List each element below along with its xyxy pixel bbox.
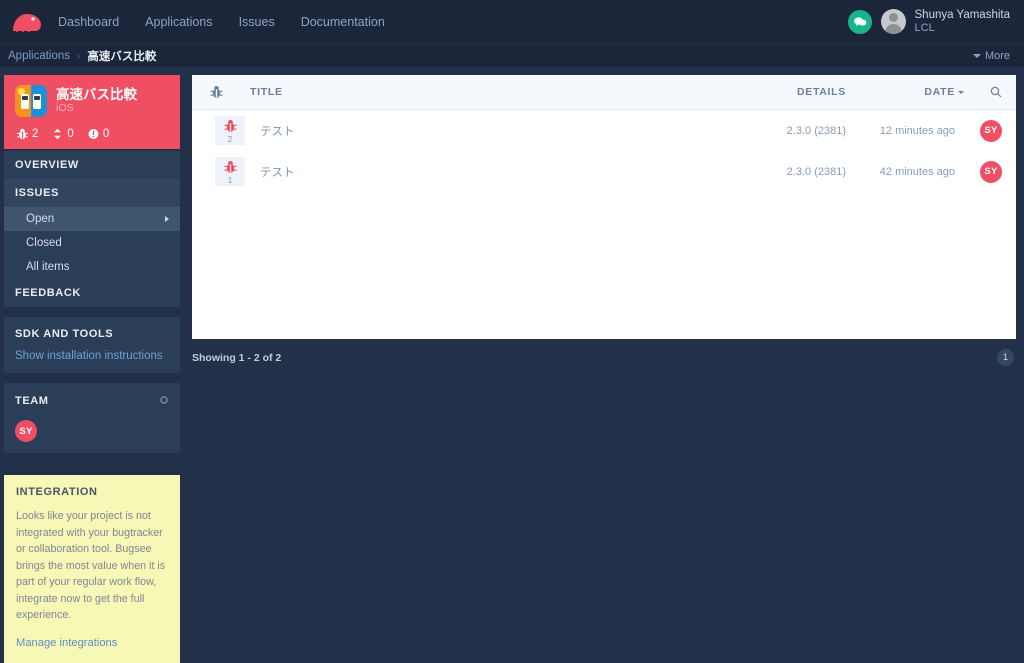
app-stats: 2 0 0 (15, 128, 169, 140)
main-content: TITLE DETAILS DATE 2 テスト 2.3.0 (2381) 12… (180, 67, 1024, 570)
more-label: More (984, 50, 1010, 62)
stat-bugs[interactable]: 2 (17, 128, 38, 140)
row-title[interactable]: テスト (250, 123, 726, 139)
app-name: 高速バス比較 (56, 86, 137, 102)
bugsee-bug-logo-icon[interactable] (10, 11, 44, 33)
nav-link-applications[interactable]: Applications (145, 15, 212, 29)
table-footer: Showing 1 - 2 of 2 1 (192, 339, 1016, 366)
team-member-avatar[interactable]: SY (15, 420, 37, 442)
sidebar-item-overview[interactable]: OVERVIEW (4, 151, 180, 179)
column-header-details[interactable]: DETAILS (726, 86, 846, 98)
sidebar-item-feedback[interactable]: FEEDBACK (4, 279, 180, 307)
sidebar-item-all-items[interactable]: All items (4, 255, 180, 279)
column-header-date[interactable]: DATE (846, 86, 964, 98)
bug-icon (224, 119, 236, 132)
sidebar-item-open-label: Open (26, 213, 55, 225)
bug-badge-box: 2 (215, 115, 245, 146)
team-member-list: SY (15, 420, 169, 442)
user-avatar-icon[interactable] (880, 9, 906, 35)
issues-table: TITLE DETAILS DATE 2 テスト 2.3.0 (2381) 12… (192, 75, 1016, 339)
bug-badge-box: 1 (215, 156, 245, 187)
column-header-title[interactable]: TITLE (250, 86, 726, 98)
sdk-panel-title: SDK AND TOOLS (15, 328, 114, 340)
sidebar-item-closed[interactable]: Closed (4, 231, 180, 255)
app-platform: iOS (56, 102, 74, 115)
user-name: Shunya Yamashita (914, 9, 1010, 22)
nav-link-issues[interactable]: Issues (239, 15, 275, 29)
breadcrumb-bar: Applications › 高速バス比較 More (0, 44, 1024, 67)
stat-crashes-value: 0 (102, 128, 110, 140)
bug-icon (210, 86, 223, 98)
row-assignee-avatar[interactable]: SY (980, 160, 1002, 183)
sdk-and-tools-panel: SDK AND TOOLS Show installation instruct… (4, 317, 180, 373)
team-panel-title: TEAM (15, 395, 49, 407)
breadcrumb-current: 高速バス比較 (87, 51, 157, 63)
gear-icon[interactable] (159, 394, 169, 408)
row-bug-badge: 2 (210, 115, 250, 146)
row-date: 42 minutes ago (879, 165, 955, 178)
bus-comparison-app-icon (15, 85, 47, 117)
integration-panel-body: Looks like your project is not integrate… (16, 510, 166, 622)
row-details: 2.3.0 (2381) (786, 124, 846, 137)
bug-badge-count: 1 (227, 174, 233, 185)
table-row[interactable]: 2 テスト 2.3.0 (2381) 12 minutes ago SY (192, 110, 1016, 151)
row-date: 12 minutes ago (879, 124, 955, 137)
app-icon-bus-right (33, 94, 41, 109)
bug-badge-count: 2 (227, 133, 233, 144)
pagination-page-1[interactable]: 1 (997, 349, 1014, 366)
nav-link-dashboard[interactable]: Dashboard (58, 15, 119, 29)
top-navigation-bar: Dashboard Applications Issues Documentat… (0, 0, 1024, 44)
stat-crashes[interactable]: 0 (88, 128, 109, 140)
sidebar-item-closed-label: Closed (26, 237, 62, 249)
manage-integrations-link[interactable]: Manage integrations (16, 637, 168, 649)
chevron-right-icon (165, 216, 169, 222)
user-organization: LCL (914, 22, 935, 35)
crash-alert-icon (88, 129, 99, 139)
chat-bubble-icon[interactable] (847, 9, 872, 34)
team-panel: TEAM SY (4, 383, 180, 453)
app-summary-card: 高速バス比較 iOS 2 0 0 (4, 75, 180, 149)
integration-panel-title: INTEGRATION (16, 486, 98, 498)
chevron-down-icon (972, 54, 981, 58)
row-title[interactable]: テスト (250, 164, 726, 180)
row-avatar-wrap: SY (964, 119, 1002, 142)
app-icon-bus-left (21, 94, 29, 109)
user-meta[interactable]: Shunya Yamashita LCL (915, 8, 1010, 35)
sidebar-item-open[interactable]: Open (4, 207, 180, 231)
primary-nav-links: Dashboard Applications Issues Documentat… (58, 15, 385, 29)
bug-icon (224, 160, 236, 173)
sidebar-menu: OVERVIEW ISSUES Open Closed All items FE… (4, 151, 180, 307)
sidebar-item-all-items-label: All items (26, 261, 70, 273)
column-header-date-label: DATE (924, 86, 955, 98)
search-icon[interactable] (964, 86, 1002, 98)
breadcrumb-parent-link[interactable]: Applications (8, 50, 70, 62)
showing-count-label: Showing 1 - 2 of 2 (192, 351, 282, 364)
more-menu-button[interactable]: More (972, 50, 1010, 62)
table-header-row: TITLE DETAILS DATE (192, 75, 1016, 110)
table-row[interactable]: 1 テスト 2.3.0 (2381) 42 minutes ago SY (192, 151, 1016, 192)
avatar-body (884, 24, 902, 35)
feedback-icon (54, 128, 62, 140)
row-details: 2.3.0 (2381) (786, 165, 846, 178)
user-area: Shunya Yamashita LCL (847, 8, 1010, 35)
team-panel-header: TEAM (15, 394, 169, 408)
integration-panel: INTEGRATION Looks like your project is n… (4, 475, 180, 663)
avatar-head (888, 13, 898, 23)
breadcrumb-separator: › (77, 50, 81, 62)
row-assignee-avatar[interactable]: SY (980, 119, 1002, 142)
show-installation-instructions-link[interactable]: Show installation instructions (15, 350, 169, 362)
page-body: 高速バス比較 iOS 2 0 0 OVERVIEW ISSUES Open Cl… (0, 67, 1024, 663)
stat-feedback[interactable]: 0 (52, 128, 74, 140)
app-header: 高速バス比較 iOS (15, 85, 169, 117)
app-name-block: 高速バス比較 iOS (56, 87, 137, 116)
row-avatar-wrap: SY (964, 160, 1002, 183)
sidebar: 高速バス比較 iOS 2 0 0 OVERVIEW ISSUES Open Cl… (0, 67, 180, 663)
stat-feedback-value: 0 (67, 128, 74, 140)
stat-bugs-value: 2 (32, 128, 39, 140)
row-bug-badge: 1 (210, 156, 250, 187)
bug-icon (17, 128, 28, 140)
nav-link-documentation[interactable]: Documentation (301, 15, 385, 29)
sidebar-item-issues[interactable]: ISSUES (4, 179, 180, 207)
column-header-bug-icon (210, 85, 250, 99)
